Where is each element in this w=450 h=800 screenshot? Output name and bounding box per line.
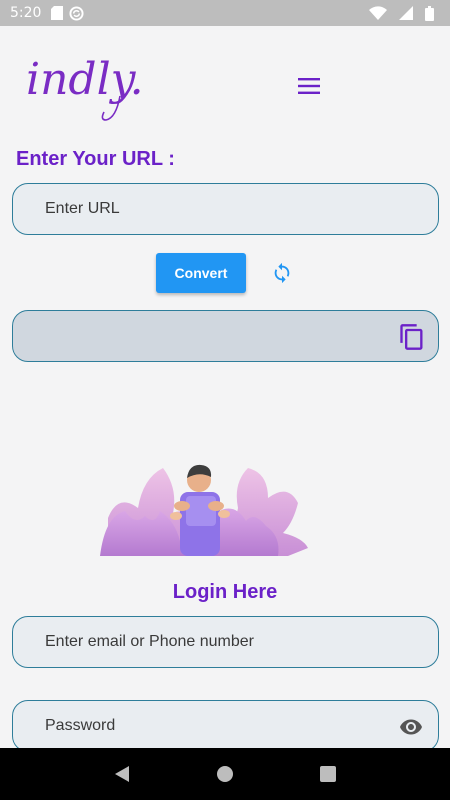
system-nav-bar bbox=[0, 748, 450, 800]
battery-icon bbox=[425, 5, 434, 21]
email-phone-input[interactable] bbox=[45, 633, 438, 651]
recents-button[interactable] bbox=[316, 762, 340, 786]
url-section-title: Enter Your URL : bbox=[16, 148, 175, 170]
signal-icon bbox=[399, 6, 413, 20]
sync-circle-icon bbox=[69, 5, 84, 21]
status-time: 5:20 bbox=[10, 5, 42, 21]
copy-button[interactable] bbox=[398, 323, 426, 351]
visibility-icon bbox=[400, 719, 422, 735]
status-bar: 5:20 bbox=[0, 0, 450, 26]
home-button[interactable] bbox=[213, 762, 237, 786]
password-field[interactable] bbox=[12, 700, 439, 752]
wifi-icon bbox=[369, 6, 387, 20]
logo-text: indly. bbox=[26, 54, 144, 105]
login-title: Login Here bbox=[172, 581, 278, 603]
toggle-password-visibility-button[interactable] bbox=[398, 715, 424, 739]
email-phone-field[interactable] bbox=[12, 616, 439, 668]
menu-button[interactable] bbox=[294, 72, 324, 100]
app-bar: indly. bbox=[0, 26, 450, 136]
recents-icon bbox=[320, 766, 337, 782]
back-button[interactable] bbox=[110, 762, 134, 786]
login-illustration bbox=[98, 458, 320, 558]
hamburger-menu-icon bbox=[298, 78, 320, 94]
copy-icon bbox=[400, 324, 423, 350]
refresh-icon bbox=[274, 262, 290, 284]
short-url-output bbox=[12, 310, 439, 362]
home-icon bbox=[216, 766, 233, 782]
password-input[interactable] bbox=[45, 717, 438, 735]
convert-button[interactable]: Convert bbox=[156, 253, 246, 293]
refresh-button[interactable] bbox=[268, 259, 296, 287]
url-field[interactable] bbox=[12, 183, 439, 235]
sd-card-icon bbox=[51, 6, 64, 20]
back-icon bbox=[114, 766, 129, 782]
url-input[interactable] bbox=[45, 200, 438, 218]
indly-logo: indly. bbox=[24, 44, 164, 124]
